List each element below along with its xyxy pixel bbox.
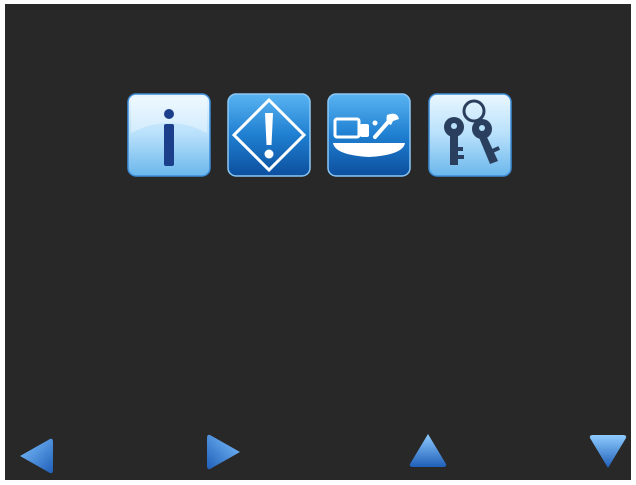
service-button[interactable] [327,93,411,177]
arrow-up-icon [409,434,447,467]
arrow-down-icon [589,435,627,468]
left-arrow-button[interactable] [18,436,54,476]
machine-service-icon [327,93,411,177]
display-screen [5,4,631,480]
arrow-right-icon [207,434,240,470]
down-arrow-button[interactable] [588,434,628,470]
warning-button[interactable] [227,93,311,177]
up-arrow-button[interactable] [408,432,448,468]
arrow-left-icon [20,438,53,474]
device-frame [0,0,636,485]
info-icon [127,93,211,177]
right-arrow-button[interactable] [206,432,242,472]
warning-diamond-icon [227,93,311,177]
keys-icon [428,93,512,177]
info-button[interactable] [127,93,211,177]
keys-button[interactable] [428,93,512,177]
